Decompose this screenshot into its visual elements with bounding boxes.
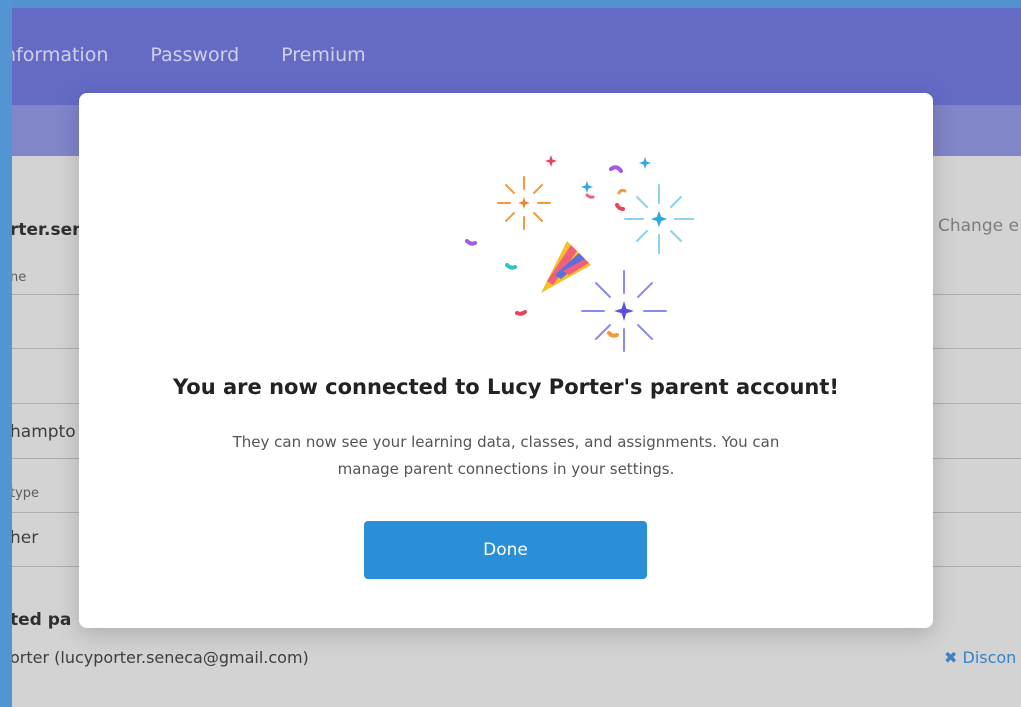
- modal-title: You are now connected to Lucy Porter's p…: [173, 375, 839, 399]
- modal-description-line: manage parent connections in your settin…: [337, 460, 675, 478]
- modal-description: They can now see your learning data, cla…: [159, 429, 853, 483]
- party-popper-icon: [465, 155, 694, 352]
- connection-success-modal: You are now connected to Lucy Porter's p…: [79, 93, 933, 628]
- done-button[interactable]: Done: [364, 521, 647, 579]
- modal-description-line: They can now see your learning data, cla…: [232, 433, 780, 451]
